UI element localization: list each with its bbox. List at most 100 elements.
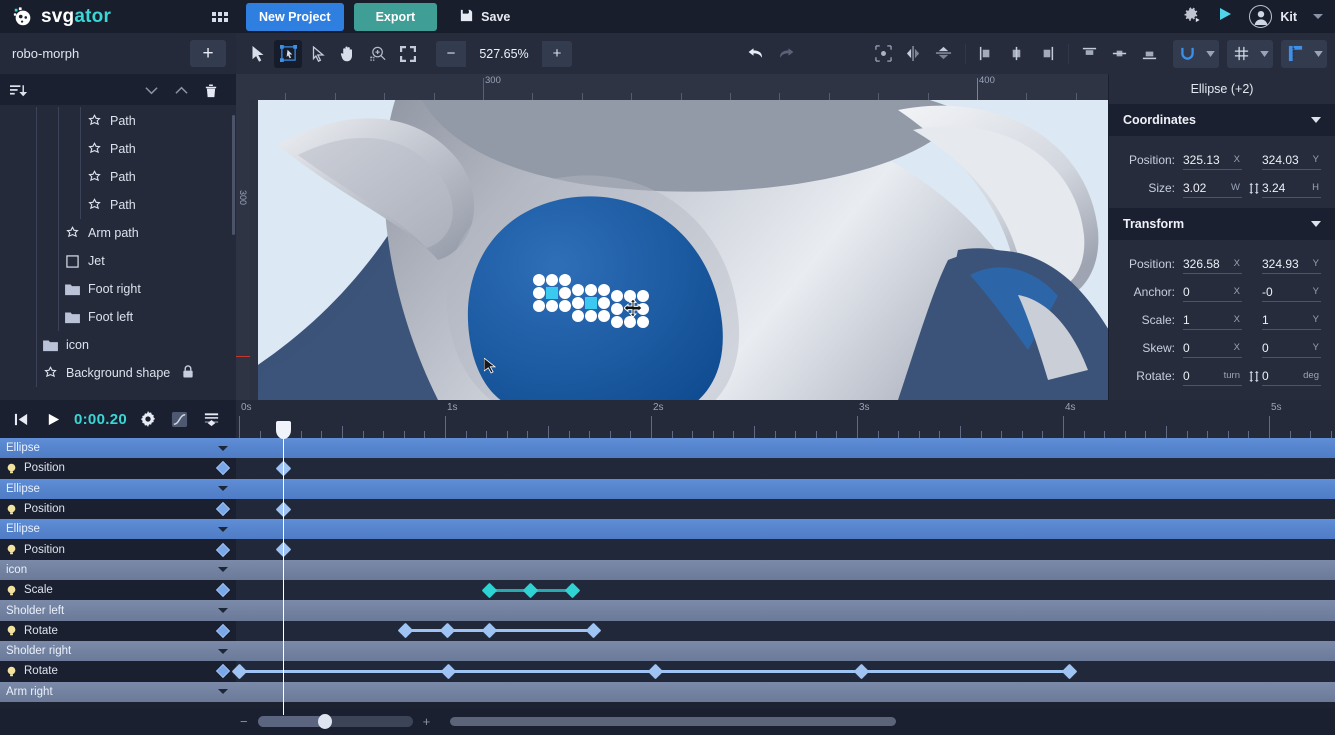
field-y[interactable]: deg [1262,366,1321,386]
track-label-cell[interactable]: Ellipse [0,438,236,459]
chevron-down-icon[interactable] [136,86,166,95]
track-label-cell[interactable]: Position [0,498,236,520]
lock-icon[interactable] [182,365,194,381]
field-x[interactable]: X [1183,282,1242,302]
rotate-direction-icon[interactable] [1246,370,1262,383]
track-label-cell[interactable]: Sholder right [0,640,236,662]
timeline-zoom-in[interactable]: + [423,714,431,729]
field-y[interactable]: Y [1262,150,1321,170]
track-label-cell[interactable]: Rotate [0,620,236,641]
timeline-property-row[interactable]: Position [0,498,1335,520]
keyframe-diamond-icon[interactable] [439,623,455,639]
chevron-down-icon[interactable] [218,445,228,451]
track-label-cell[interactable]: Ellipse [0,519,236,540]
canvas-area[interactable]: 300 400 300 [236,74,1108,400]
track-lane[interactable] [236,519,1335,540]
grid-icon[interactable] [1227,40,1255,68]
chevron-down-icon[interactable] [1201,41,1219,67]
timeline-group-row[interactable]: Sholder right [0,640,1335,662]
chevron-up-icon[interactable] [166,86,196,95]
export-button[interactable]: Export [353,2,438,31]
timeline-property-row[interactable]: Position [0,458,1335,479]
bulb-icon[interactable] [6,585,17,596]
chevron-down-icon[interactable] [1311,117,1321,123]
easing-curve-icon[interactable] [165,404,195,434]
link-ratio-icon[interactable] [1246,182,1262,195]
field-y[interactable]: Y [1262,310,1321,330]
track-lane[interactable] [236,478,1335,499]
keyframe-diamond-icon[interactable] [585,623,601,639]
field-y[interactable]: H [1262,178,1321,198]
keyframe-diamond-icon[interactable] [215,583,231,598]
track-lane[interactable] [236,640,1335,662]
track-lane[interactable] [236,600,1335,621]
trash-icon[interactable] [196,83,226,98]
field-y[interactable]: Y [1262,282,1321,302]
field-x[interactable]: turn [1183,366,1242,386]
timeline-group-row[interactable]: Ellipse [0,478,1335,499]
zoom-in-button[interactable]: + [542,41,572,67]
align-right-icon[interactable] [1032,40,1060,68]
undo-button[interactable] [742,40,770,68]
track-label-cell[interactable]: Ellipse [0,478,236,499]
apps-grid-icon[interactable] [212,11,228,22]
track-label-cell[interactable]: Arm right [0,681,236,702]
track-lane[interactable] [236,559,1335,581]
bulb-icon[interactable] [6,625,17,636]
layer-row[interactable]: Jet [0,247,236,275]
timeline-zoom-knob[interactable] [317,714,332,729]
keyframe-diamond-icon[interactable] [522,582,538,598]
timeline-ruler[interactable]: 0s 1s 2s 3s 4s 5s [236,400,1335,438]
redo-button[interactable] [772,40,800,68]
current-time-display[interactable]: 0:00.20 [74,411,127,428]
timeline-group-row[interactable]: Arm right [0,681,1335,702]
align-bottom-icon[interactable] [1135,40,1163,68]
timeline-property-row[interactable]: Scale [0,580,1335,601]
ruler-control[interactable] [1281,39,1327,68]
timeline-zoom-track[interactable] [257,714,413,729]
track-lane[interactable] [236,580,1335,601]
panel-section-coordinates[interactable]: Coordinates [1109,104,1335,136]
artboard-stage[interactable] [258,100,1108,400]
grid-control[interactable] [1227,39,1273,68]
keyframe-diamond-icon[interactable] [481,582,497,598]
svgator-logo[interactable]: svgator [0,6,210,28]
timeline-property-row[interactable]: Position [0,539,1335,560]
timeline-group-row[interactable]: Sholder left [0,600,1335,621]
chevron-down-icon[interactable] [1309,41,1327,67]
field-x[interactable]: X [1183,254,1242,274]
skip-to-start-button[interactable] [6,404,36,434]
sort-list-icon[interactable] [10,83,32,98]
new-project-button[interactable]: New Project [246,2,344,31]
chevron-down-icon[interactable] [218,608,228,614]
layer-row[interactable]: Foot left [0,303,236,331]
field-y[interactable]: Y [1262,254,1321,274]
track-label-cell[interactable]: icon [0,559,236,581]
timeline-group-row[interactable]: Ellipse [0,519,1335,540]
keyframe-diamond-icon[interactable] [1061,663,1077,680]
track-label-cell[interactable]: Scale [0,580,236,601]
chevron-down-icon[interactable] [218,486,228,492]
keyframe-bar[interactable] [405,629,593,633]
keyframe-diamond-icon[interactable] [215,542,231,557]
chevron-down-icon[interactable] [1255,41,1273,67]
keyframe-diamond-icon[interactable] [397,623,413,639]
select-arrow-tool[interactable] [244,40,272,68]
timeline-tracks[interactable]: Ellipse Position Ellipse Position Ellipse Pos… [0,438,1335,708]
ruler-icon[interactable] [1281,40,1309,68]
align-middle-icon[interactable] [1105,40,1133,68]
project-name-label[interactable]: robo-morph [12,46,79,61]
keyframe-options-icon[interactable] [197,404,227,434]
layer-row[interactable]: Arm path [0,219,236,247]
timeline-horizontal-scrollbar[interactable] [450,717,897,726]
layer-row[interactable]: icon [0,331,236,359]
magnet-icon[interactable] [1173,40,1201,68]
align-center-h-icon[interactable] [1002,40,1030,68]
canvas-ruler-horizontal[interactable]: 300 400 [236,74,1108,100]
track-lane[interactable] [236,498,1335,520]
user-menu[interactable]: Kit [1249,5,1297,28]
layer-row[interactable]: Path [0,191,236,219]
chevron-down-icon[interactable] [218,689,228,695]
chevron-down-icon[interactable] [218,567,228,573]
align-top-icon[interactable] [1075,40,1103,68]
